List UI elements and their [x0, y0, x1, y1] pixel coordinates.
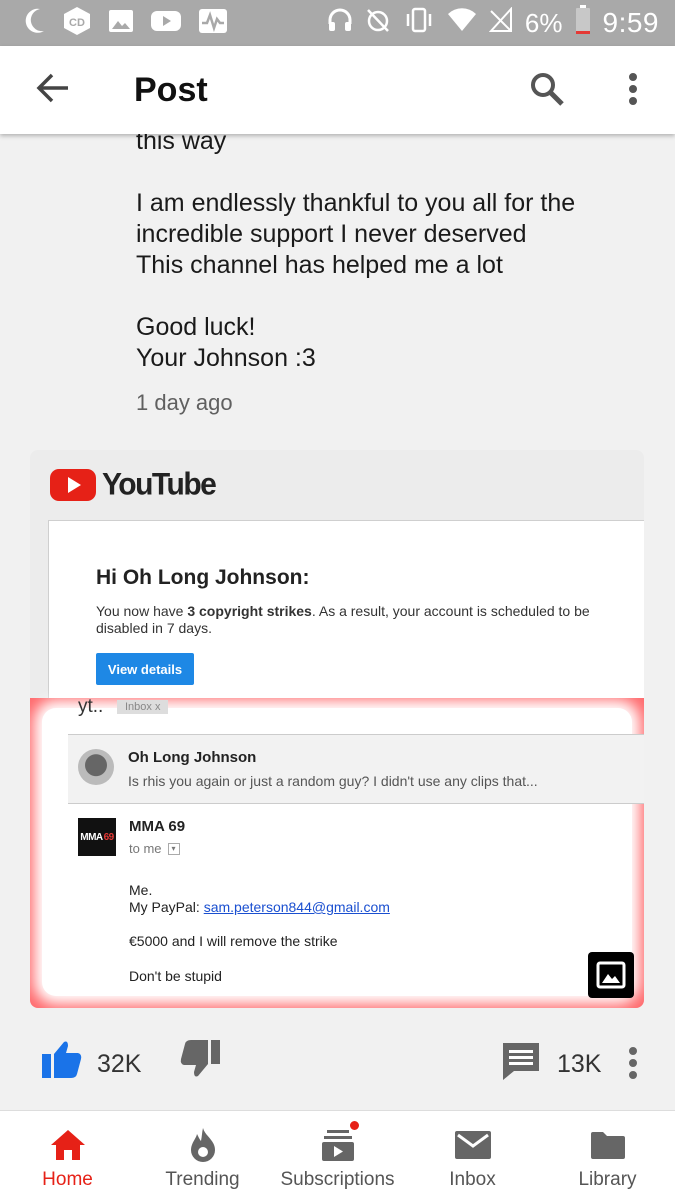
nav-trending[interactable]: Trending	[135, 1111, 270, 1200]
post-more-button[interactable]	[628, 1046, 638, 1085]
inbox-tag: Inbox x	[117, 700, 169, 714]
folder-icon	[590, 1127, 626, 1163]
nav-inbox[interactable]: Inbox	[405, 1111, 540, 1200]
mail-thread-row: Oh Long Johnson Is rhis you again or jus…	[68, 734, 644, 804]
headphones-icon	[327, 7, 353, 40]
youtube-play-icon	[50, 469, 96, 501]
email-heading: Hi Oh Long Johnson:	[96, 566, 310, 589]
battery-percent: 6%	[524, 7, 563, 38]
more-options-button[interactable]	[610, 66, 656, 116]
arrow-back-icon	[36, 73, 70, 108]
svg-text:CD: CD	[69, 17, 85, 29]
message-line: Don't be stupid	[129, 968, 222, 984]
thumb-up-icon	[42, 1041, 82, 1078]
youtube-logo: YouTube	[50, 467, 217, 502]
post-line: Good luck!	[136, 313, 256, 341]
strike-email: Hi Oh Long Johnson: You now have 3 copyr…	[48, 520, 644, 700]
message-sender: MMA 69	[129, 818, 186, 835]
post-line: Your Johnson :3	[136, 344, 316, 372]
battery-icon	[575, 4, 591, 42]
recipient: to me ▾	[129, 841, 180, 856]
comments-button[interactable]	[500, 1040, 542, 1087]
mail-message: MMA 69 MMA 69 to me ▾ Me. My PayPal: sam.p…	[68, 810, 628, 1000]
message-line: Me.	[129, 882, 153, 898]
image-badge-icon[interactable]	[588, 952, 634, 998]
nav-label: Trending	[165, 1169, 240, 1190]
search-icon	[529, 71, 565, 112]
thread-sender: Oh Long Johnson	[128, 749, 257, 766]
cd-icon: CD	[62, 6, 92, 41]
thumb-down-icon	[180, 1040, 220, 1077]
post-line: This channel has helped me a lot	[136, 251, 503, 279]
activity-icon	[198, 8, 228, 39]
dislike-button[interactable]	[180, 1038, 222, 1085]
nav-label: Subscriptions	[280, 1169, 395, 1190]
status-bar: CD 6% 9:59	[0, 0, 675, 46]
wifi-icon	[447, 7, 477, 39]
thread-snippet: Is rhis you again or just a random guy? …	[128, 773, 538, 789]
message-line: €5000 and I will remove the strike	[129, 933, 338, 949]
post-actions: 32K 13K	[0, 1030, 675, 1100]
nav-label: Inbox	[449, 1169, 496, 1190]
mail-icon	[454, 1127, 492, 1163]
more-vert-icon	[628, 72, 638, 111]
page-title: Post	[134, 70, 208, 109]
post-text: this way I am endlessly thankful to you …	[136, 126, 656, 374]
vibrate-icon	[403, 7, 435, 40]
flame-icon	[188, 1127, 218, 1163]
home-icon	[49, 1127, 87, 1163]
sender-avatar: MMA 69	[78, 818, 116, 856]
post-line: I am endlessly thankful to you all for t…	[136, 189, 576, 217]
nav-home[interactable]: Home	[0, 1111, 135, 1200]
post-line: incredible support I never deserved	[136, 220, 527, 248]
no-signal-icon	[488, 5, 513, 40]
post-timestamp: 1 day ago	[136, 390, 233, 415]
nav-subscriptions[interactable]: Subscriptions	[270, 1111, 405, 1200]
moon-icon	[24, 7, 46, 40]
folder-label: yt..	[78, 696, 104, 717]
back-button[interactable]	[28, 65, 78, 115]
post-line	[136, 281, 656, 312]
subscriptions-icon	[321, 1119, 361, 1163]
post-line	[136, 157, 656, 188]
youtube-wordmark: YouTube	[102, 467, 217, 502]
view-details-button: View details	[96, 653, 194, 685]
like-count: 32K	[97, 1050, 142, 1078]
alarm-off-icon	[365, 7, 391, 40]
chevron-down-icon: ▾	[167, 842, 180, 855]
avatar	[78, 749, 114, 785]
image-icon	[108, 9, 134, 38]
paypal-email-link: sam.peterson844@gmail.com	[203, 899, 390, 915]
nav-label: Library	[578, 1169, 637, 1190]
youtube-icon	[150, 9, 182, 38]
comment-count: 13K	[557, 1050, 602, 1078]
nav-library[interactable]: Library	[540, 1111, 675, 1200]
post-image[interactable]: YouTube Hi Oh Long Johnson: You now have…	[30, 450, 644, 1008]
comment-icon	[503, 1043, 539, 1080]
email-body: You now have 3 copyright strikes. As a r…	[96, 603, 590, 636]
like-button[interactable]	[40, 1038, 84, 1085]
clock: 9:59	[602, 7, 659, 38]
message-line: My PayPal: sam.peterson844@gmail.com	[129, 899, 390, 915]
bottom-navigation: Home Trending Subscriptions Inbox Librar…	[0, 1110, 675, 1200]
notification-dot	[347, 1119, 361, 1132]
nav-label: Home	[42, 1169, 93, 1190]
app-bar: Post	[0, 46, 675, 134]
search-button[interactable]	[522, 66, 572, 116]
more-vert-icon	[629, 1047, 637, 1079]
